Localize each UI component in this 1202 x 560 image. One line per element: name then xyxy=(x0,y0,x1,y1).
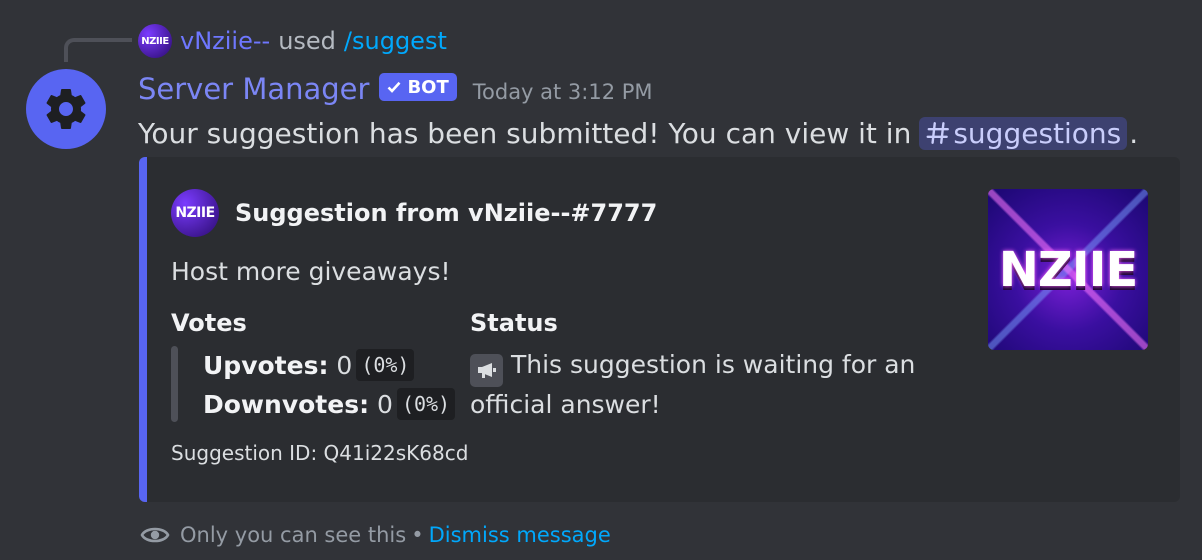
gear-icon xyxy=(46,88,86,129)
bot-avatar[interactable] xyxy=(26,69,106,149)
message-text: Your suggestion has been submitted! You … xyxy=(138,116,912,150)
thumbnail-logo-text: NZIIE xyxy=(998,241,1138,298)
status-text: This suggestion is waiting for an offici… xyxy=(470,350,916,419)
upvotes-line: Upvotes: 0 (0%) xyxy=(203,347,415,383)
reply-username[interactable]: vNziie-- xyxy=(180,27,270,55)
message-timestamp[interactable]: Today at 3:12 PM xyxy=(473,80,653,104)
status-field-title: Status xyxy=(470,309,558,337)
channel-hash-icon xyxy=(926,122,950,144)
downvotes-line: Downvotes: 0 (0%) xyxy=(203,386,456,422)
eye-icon xyxy=(140,527,170,543)
bot-tag-label: BOT xyxy=(407,76,449,98)
upvotes-label: Upvotes: xyxy=(203,350,329,380)
channel-name: suggestions xyxy=(953,116,1122,150)
votes-quote-bar xyxy=(171,346,178,422)
user-avatar[interactable]: NZIIE xyxy=(138,24,172,58)
separator-dot: • xyxy=(411,523,424,547)
embed-author-avatar: NZIIE xyxy=(171,189,219,237)
downvotes-label: Downvotes: xyxy=(203,389,370,419)
dismiss-message-link[interactable]: Dismiss message xyxy=(429,523,611,547)
embed-author: NZIIE Suggestion from vNziie--#7777 xyxy=(171,189,657,237)
embed-author-name: Suggestion from vNziie--#7777 xyxy=(235,199,658,227)
votes-field-title: Votes xyxy=(171,309,247,337)
message-text-end: . xyxy=(1129,116,1139,150)
embed-thumbnail[interactable]: NZIIE xyxy=(988,189,1148,350)
avatar-logo-text: NZIIE xyxy=(141,35,169,47)
message-header: Server Manager BOT Today at 3:12 PM xyxy=(138,70,653,108)
upvotes-percent: (0%) xyxy=(356,349,415,381)
suggestion-embed: NZIIE Suggestion from vNziie--#7777 Host… xyxy=(139,157,1180,502)
downvotes-count: 0 xyxy=(377,389,393,419)
author-name[interactable]: Server Manager xyxy=(138,72,369,106)
slash-command-link[interactable]: /suggest xyxy=(344,27,447,55)
verified-check-icon xyxy=(388,81,401,93)
command-reply-header: NZIIE vNziie-- used /suggest xyxy=(138,24,447,58)
ephemeral-text: Only you can see this xyxy=(180,523,407,547)
megaphone-icon xyxy=(470,353,503,387)
reply-connector xyxy=(64,38,132,62)
reply-used-label: used xyxy=(278,27,336,55)
embed-footer: Suggestion ID: Q41i22sK68cd xyxy=(171,441,469,465)
channel-mention[interactable]: suggestions xyxy=(919,116,1128,150)
message-content: Your suggestion has been submitted! You … xyxy=(138,112,1138,154)
embed-description: Host more giveaways! xyxy=(171,257,451,286)
downvotes-percent: (0%) xyxy=(396,388,456,420)
bot-tag: BOT xyxy=(379,73,457,101)
ephemeral-notice: Only you can see this • Dismiss message xyxy=(140,520,611,550)
avatar-logo-text: NZIIE xyxy=(175,205,215,221)
upvotes-count: 0 xyxy=(336,350,353,380)
status-value: This suggestion is waiting for an offici… xyxy=(470,347,930,423)
